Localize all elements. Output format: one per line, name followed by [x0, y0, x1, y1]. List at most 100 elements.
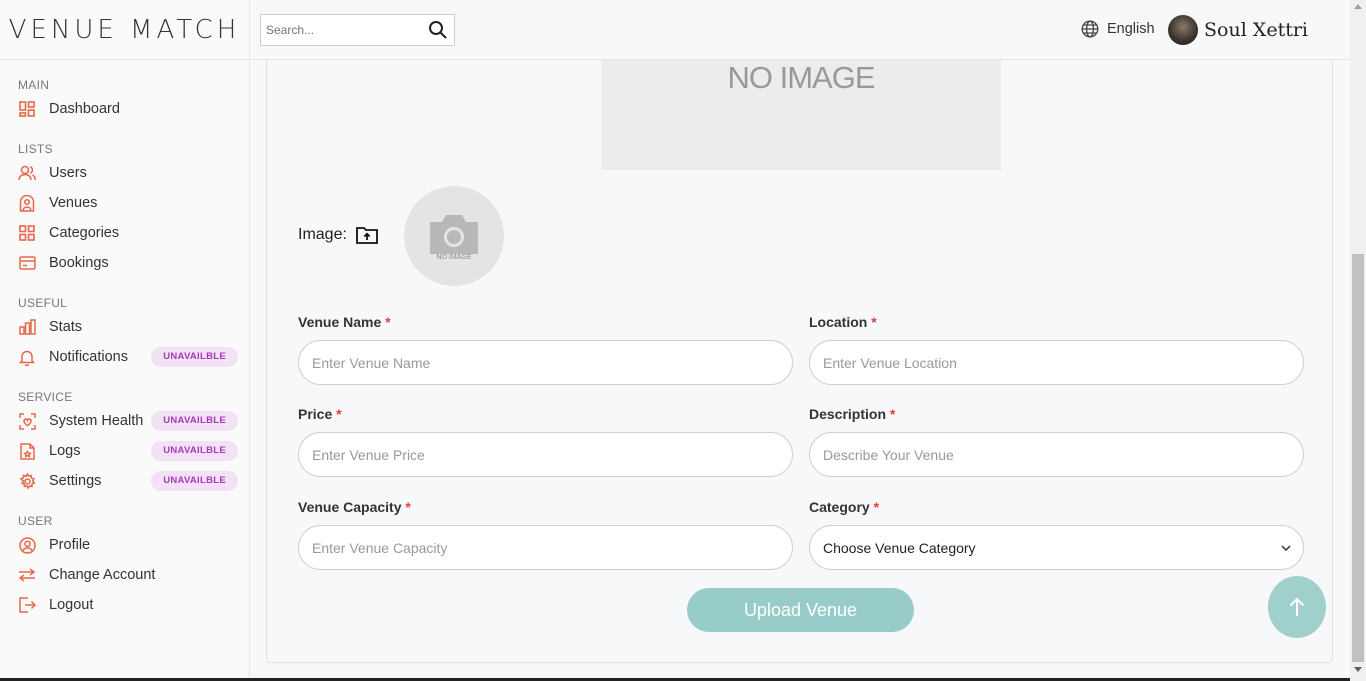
description-field: Description * Describe Your Venue: [809, 406, 1304, 477]
field-label: Description *: [809, 406, 896, 422]
users-icon: [18, 164, 36, 182]
preview-placeholder-text: NO IMAGE: [727, 60, 875, 95]
scrollbar-thumb[interactable]: [1352, 254, 1364, 662]
capacity-field: Venue Capacity * Enter Venue Capacity: [298, 499, 793, 570]
search-icon[interactable]: [428, 20, 448, 45]
venue-icon: [18, 194, 36, 212]
status-badge: UNAVAILBLE: [151, 441, 238, 461]
required-mark: *: [871, 314, 877, 330]
sidebar-item-label: Dashboard: [49, 101, 120, 117]
sidebar-item-bookings[interactable]: Bookings: [0, 248, 249, 278]
sidebar: VENUE MATCH MAIN Dashboard LISTS Users V…: [0, 0, 250, 681]
required-mark: *: [336, 406, 342, 422]
sidebar-item-label: Venues: [49, 195, 98, 211]
page-scrollbar[interactable]: [1350, 0, 1366, 681]
arrow-up-icon: [1289, 597, 1305, 616]
logout-icon: [18, 596, 36, 614]
sidebar-item-system-health[interactable]: System Health UNAVAILBLE: [0, 406, 249, 436]
price-input[interactable]: Enter Venue Price: [298, 432, 793, 477]
section-title-useful: USEFUL: [18, 296, 68, 310]
sidebar-item-change-account[interactable]: Change Account: [0, 560, 249, 590]
section-title-service: SERVICE: [18, 390, 73, 404]
required-mark: *: [889, 406, 896, 422]
status-badge: UNAVAILBLE: [151, 411, 238, 431]
top-bar: English Soul Xettri: [250, 0, 1350, 60]
gear-icon: [18, 472, 36, 490]
description-input[interactable]: Describe Your Venue: [809, 432, 1304, 477]
scroll-up-arrow[interactable]: [1354, 4, 1362, 9]
field-label: Location *: [809, 314, 877, 330]
sidebar-item-categories[interactable]: Categories: [0, 218, 249, 248]
sidebar-item-label: Users: [49, 165, 87, 181]
section-title-lists: LISTS: [18, 142, 53, 156]
avatar: [1168, 15, 1198, 45]
language-selector[interactable]: English: [1081, 20, 1155, 38]
sidebar-item-dashboard[interactable]: Dashboard: [0, 94, 249, 124]
chevron-down-icon: [1281, 544, 1291, 551]
sidebar-item-label: System Health: [49, 413, 144, 429]
sidebar-item-logout[interactable]: Logout: [0, 590, 249, 620]
category-select[interactable]: Choose Venue Category: [809, 525, 1304, 570]
sidebar-item-label: Logs: [49, 443, 81, 459]
search-box[interactable]: [260, 14, 455, 46]
sidebar-item-profile[interactable]: Profile: [0, 530, 249, 560]
venue-form-card: NO IMAGE Image: NO IMAGE Venue Name * En…: [266, 60, 1333, 663]
section-title-user: USER: [18, 514, 53, 528]
required-mark: *: [385, 314, 391, 330]
swap-icon: [18, 566, 36, 584]
upload-venue-button[interactable]: Upload Venue: [687, 588, 914, 632]
category-field: Category * Choose Venue Category: [809, 499, 1304, 570]
sidebar-item-label: Stats: [49, 319, 83, 335]
categories-icon: [18, 224, 36, 242]
image-upload-row: Image: NO IMAGE: [298, 186, 598, 286]
profile-icon: [18, 536, 36, 554]
scroll-to-top-button[interactable]: [1268, 576, 1326, 638]
image-avatar-placeholder[interactable]: NO IMAGE: [404, 186, 504, 286]
category-selected-value: Choose Venue Category: [823, 539, 976, 556]
image-label-group: Image:: [298, 226, 378, 244]
sidebar-item-settings[interactable]: Settings UNAVAILBLE: [0, 466, 249, 496]
app-logo[interactable]: VENUE MATCH: [0, 0, 249, 60]
globe-icon: [1081, 20, 1099, 38]
location-input[interactable]: Enter Venue Location: [809, 340, 1304, 385]
location-field: Location * Enter Venue Location: [809, 314, 1304, 385]
field-label: Price *: [298, 406, 342, 422]
sidebar-item-users[interactable]: Users: [0, 158, 249, 188]
user-menu[interactable]: Soul Xettri: [1168, 15, 1308, 45]
scroll-down-arrow[interactable]: [1354, 667, 1362, 672]
camera-icon: [430, 214, 478, 254]
sidebar-item-stats[interactable]: Stats: [0, 312, 249, 342]
language-label: English: [1107, 21, 1155, 37]
folder-upload-icon[interactable]: [356, 226, 378, 244]
capacity-input[interactable]: Enter Venue Capacity: [298, 525, 793, 570]
section-title-main: MAIN: [18, 78, 50, 92]
bookings-icon: [18, 254, 36, 272]
user-name: Soul Xettri: [1204, 19, 1309, 41]
sidebar-item-logs[interactable]: Logs UNAVAILBLE: [0, 436, 249, 466]
venue-name-field: Venue Name * Enter Venue Name: [298, 314, 793, 385]
sidebar-item-label: Logout: [49, 597, 94, 613]
health-icon: [18, 412, 36, 430]
sidebar-item-label: Settings: [49, 473, 102, 489]
image-label: Image:: [298, 226, 347, 243]
sidebar-item-venues[interactable]: Venues: [0, 188, 249, 218]
logs-icon: [18, 442, 36, 460]
sidebar-item-label: Categories: [49, 225, 120, 241]
sidebar-item-label: Notifications: [49, 349, 128, 365]
price-field: Price * Enter Venue Price: [298, 406, 793, 477]
status-badge: UNAVAILBLE: [151, 471, 238, 491]
field-label: Venue Name *: [298, 314, 391, 330]
required-mark: *: [405, 499, 411, 515]
image-preview: NO IMAGE: [601, 60, 1001, 170]
status-badge: UNAVAILBLE: [151, 347, 238, 367]
field-label: Venue Capacity *: [298, 499, 411, 515]
sidebar-item-label: Bookings: [49, 255, 109, 271]
sidebar-item-label: Change Account: [49, 567, 156, 583]
sidebar-item-label: Profile: [49, 537, 91, 553]
required-mark: *: [873, 499, 880, 515]
sidebar-item-notifications[interactable]: Notifications UNAVAILBLE: [0, 342, 249, 372]
venue-name-input[interactable]: Enter Venue Name: [298, 340, 793, 385]
search-input[interactable]: [261, 23, 421, 37]
stats-icon: [18, 318, 36, 336]
avatar-placeholder-text: NO IMAGE: [436, 253, 472, 261]
